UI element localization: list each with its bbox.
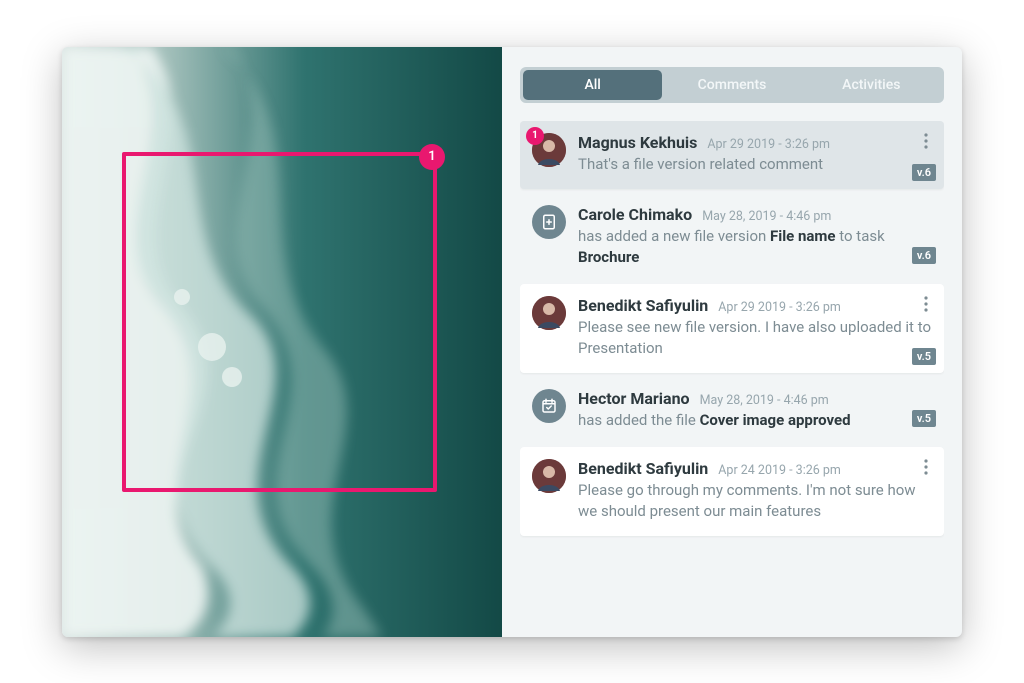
comment-item[interactable]: 1 Magnus Kekhuis Apr 29 2019 - 3:26 pm That… xyxy=(520,121,944,189)
item-body: Carole Chimako May 28, 2019 - 4:46 pm has … xyxy=(578,205,932,268)
timestamp: May 28, 2019 - 4:46 pm xyxy=(702,209,831,224)
timestamp: Apr 29 2019 - 3:26 pm xyxy=(707,137,830,152)
more-menu-icon[interactable] xyxy=(918,294,934,314)
app-frame: 1 All Comments Activities 1 Magnus Kekhui… xyxy=(62,47,962,637)
activity-item[interactable]: Carole Chimako May 28, 2019 - 4:46 pm has … xyxy=(520,201,944,272)
avatar: 1 xyxy=(532,133,566,167)
item-body: Benedikt Safiyulin Apr 24 2019 - 3:26 pm P… xyxy=(578,459,932,522)
tab-all[interactable]: All xyxy=(523,70,662,100)
activity-text: has added the file Cover image approved xyxy=(578,410,932,431)
item-body: Hector Mariano May 28, 2019 - 4:46 pm has … xyxy=(578,389,932,431)
activity-item[interactable]: Hector Mariano May 28, 2019 - 4:46 pm has … xyxy=(520,385,944,435)
annotation-rectangle[interactable]: 1 xyxy=(122,152,437,492)
comment-text: That's a file version related comment xyxy=(578,154,932,175)
avatar-badge: 1 xyxy=(526,127,544,145)
version-badge: v.6 xyxy=(912,247,936,264)
avatar xyxy=(532,459,566,493)
version-badge: v.5 xyxy=(912,410,936,427)
author-name: Benedikt Safiyulin xyxy=(578,296,708,315)
feed-tabs: All Comments Activities xyxy=(520,67,944,103)
author-name: Benedikt Safiyulin xyxy=(578,459,708,478)
calendar-check-icon xyxy=(532,389,566,423)
tab-comments[interactable]: Comments xyxy=(662,70,801,100)
item-body: Magnus Kekhuis Apr 29 2019 - 3:26 pm That'… xyxy=(578,133,932,175)
activity-feed: 1 Magnus Kekhuis Apr 29 2019 - 3:26 pm That… xyxy=(520,121,944,637)
tab-activities[interactable]: Activities xyxy=(802,70,941,100)
timestamp: Apr 29 2019 - 3:26 pm xyxy=(718,300,841,315)
image-canvas[interactable]: 1 xyxy=(62,47,502,637)
side-panel: All Comments Activities 1 Magnus Kekhuis A… xyxy=(502,47,962,637)
comment-item[interactable]: Benedikt Safiyulin Apr 29 2019 - 3:26 pm P… xyxy=(520,284,944,373)
version-badge: v.6 xyxy=(912,164,936,181)
comment-item[interactable]: Benedikt Safiyulin Apr 24 2019 - 3:26 pm P… xyxy=(520,447,944,536)
file-plus-icon xyxy=(532,205,566,239)
version-badge: v.5 xyxy=(912,348,936,365)
comment-text: Please see new file version. I have also… xyxy=(578,317,932,359)
more-menu-icon[interactable] xyxy=(918,457,934,477)
author-name: Magnus Kekhuis xyxy=(578,133,697,152)
author-name: Hector Mariano xyxy=(578,389,690,408)
comment-text: Please go through my comments. I'm not s… xyxy=(578,480,932,522)
more-menu-icon[interactable] xyxy=(918,131,934,151)
timestamp: Apr 24 2019 - 3:26 pm xyxy=(718,463,841,478)
avatar xyxy=(532,296,566,330)
author-name: Carole Chimako xyxy=(578,205,692,224)
activity-text: has added a new file version File name t… xyxy=(578,226,932,268)
timestamp: May 28, 2019 - 4:46 pm xyxy=(700,393,829,408)
annotation-count-badge: 1 xyxy=(419,144,445,170)
item-body: Benedikt Safiyulin Apr 29 2019 - 3:26 pm P… xyxy=(578,296,932,359)
